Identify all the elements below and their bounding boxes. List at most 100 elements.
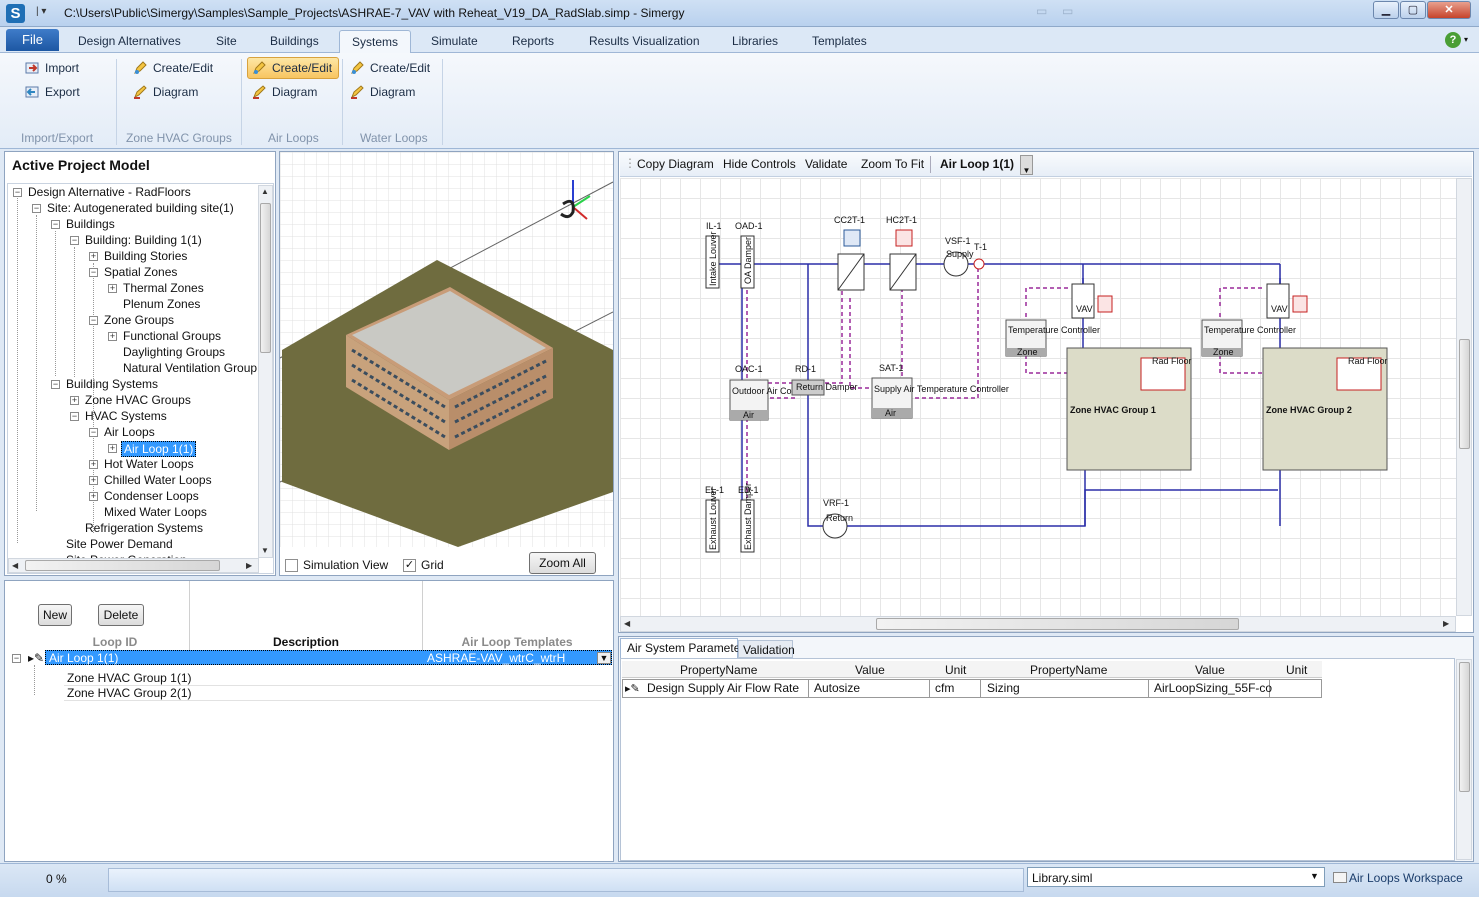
tree-node[interactable]: Buildings bbox=[66, 217, 115, 231]
tree-horizontal-scrollbar[interactable]: ◀ ▶ bbox=[8, 558, 259, 573]
return-damper-RD-1[interactable]: Return Damper RD-1 bbox=[791, 364, 858, 396]
column-header-loop-id[interactable]: Loop ID bbox=[40, 635, 190, 649]
tree-expander[interactable]: − bbox=[32, 204, 41, 213]
vav-box-1[interactable]: VAV bbox=[1071, 283, 1113, 319]
tree-expander[interactable]: + bbox=[89, 252, 98, 261]
tree-expander[interactable]: − bbox=[70, 412, 79, 421]
ribbon-minimize-icon[interactable]: ▭ bbox=[1036, 4, 1052, 20]
param-header-propertyname-2[interactable]: PropertyName bbox=[1030, 663, 1107, 677]
param-header-value-2[interactable]: Value bbox=[1195, 663, 1225, 677]
tree-expander[interactable]: + bbox=[108, 332, 117, 341]
param-header-propertyname[interactable]: PropertyName bbox=[680, 663, 757, 677]
exhaust-louver-EL-1[interactable]: EL-1 Exhaust Louver bbox=[705, 485, 724, 553]
help-icon[interactable]: ? bbox=[1445, 32, 1461, 48]
return-fan-VRF-1[interactable]: Return VRF-1 bbox=[822, 498, 853, 539]
air-loop-selector[interactable]: Air Loop 1(1) bbox=[940, 157, 1014, 171]
water-loops-create-edit-button[interactable]: Create/Edit bbox=[345, 57, 437, 79]
param-value-cell-2[interactable]: AirLoopSizing_55F-co bbox=[1154, 681, 1272, 695]
child-zone-group-cell[interactable]: Zone HVAC Group 1(1) bbox=[67, 671, 192, 685]
tab-libraries[interactable]: Libraries bbox=[720, 30, 790, 53]
workspace-label[interactable]: Air Loops Workspace bbox=[1349, 871, 1463, 885]
child-row[interactable]: Zone HVAC Group 2(1) bbox=[64, 686, 612, 701]
copy-diagram-button[interactable]: Copy Diagram bbox=[637, 157, 714, 171]
cooling-coil-CC2T-1[interactable]: CC2T-1 bbox=[834, 215, 865, 291]
export-button[interactable]: Export bbox=[20, 81, 87, 103]
selected-loop-row[interactable]: Air Loop 1(1) ASHRAE-VAV_wtrC_wtrH ▼ bbox=[45, 650, 612, 665]
supply-fan-VSF-1[interactable]: Supply VSF-1 bbox=[943, 236, 974, 277]
vav-box-2[interactable]: VAV bbox=[1266, 283, 1308, 319]
library-select[interactable]: Library.siml ▼ bbox=[1027, 867, 1325, 887]
zoom-to-fit-button[interactable]: Zoom To Fit bbox=[861, 157, 924, 171]
delete-button[interactable]: Delete bbox=[98, 604, 144, 626]
parameters-scrollbar[interactable] bbox=[1456, 659, 1472, 860]
tree-node[interactable]: Zone Groups bbox=[104, 313, 174, 327]
simulation-view-checkbox[interactable] bbox=[285, 559, 298, 572]
template-dropdown-icon[interactable]: ▼ bbox=[597, 652, 611, 664]
3d-view-panel[interactable]: Simulation View ✓ Grid Zoom All bbox=[279, 151, 614, 576]
tree-expander[interactable]: − bbox=[70, 236, 79, 245]
tree-node[interactable]: Site Power Demand bbox=[66, 537, 173, 551]
tree-expander[interactable]: − bbox=[13, 188, 22, 197]
scroll-right-icon[interactable]: ▶ bbox=[246, 561, 252, 570]
air-loop-diagram-canvas[interactable]: IL-1 Intake Louver OAD-1 OA Damper CC2T-… bbox=[620, 178, 1456, 616]
scrollbar-thumb[interactable] bbox=[1459, 339, 1470, 449]
heating-coil-HC2T-1[interactable]: HC2T-1 bbox=[886, 215, 917, 291]
scroll-right-icon[interactable]: ▶ bbox=[1443, 619, 1449, 628]
tree-expander[interactable]: − bbox=[51, 220, 60, 229]
hide-controls-button[interactable]: Hide Controls bbox=[723, 157, 796, 171]
scroll-up-icon[interactable]: ▲ bbox=[261, 187, 269, 196]
tree-node[interactable]: Spatial Zones bbox=[104, 265, 177, 279]
tree-expander[interactable]: + bbox=[108, 444, 117, 453]
tree-node[interactable]: Site: Autogenerated building site(1) bbox=[47, 201, 234, 215]
tree-node[interactable]: Functional Groups bbox=[123, 329, 221, 343]
tree-node[interactable]: Plenum Zones bbox=[123, 297, 200, 311]
library-dropdown-icon[interactable]: ▼ bbox=[1310, 871, 1319, 881]
tree-node[interactable]: Zone HVAC Groups bbox=[85, 393, 191, 407]
tree-node[interactable]: Condenser Loops bbox=[104, 489, 199, 503]
scroll-left-icon[interactable]: ◀ bbox=[624, 619, 630, 628]
tab-results-visualization[interactable]: Results Visualization bbox=[577, 30, 712, 53]
tab-design-alternatives[interactable]: Design Alternatives bbox=[66, 30, 193, 53]
tree-expander[interactable]: − bbox=[89, 316, 98, 325]
tree-node[interactable]: Building: Building 1(1) bbox=[85, 233, 202, 247]
tree-node[interactable]: Refrigeration Systems bbox=[85, 521, 203, 535]
param-value-cell[interactable]: Autosize bbox=[814, 681, 860, 695]
tree-node[interactable]: Natural Ventilation Group bbox=[123, 361, 257, 375]
tab-systems[interactable]: Systems bbox=[339, 30, 412, 53]
tree-node[interactable]: Building Systems bbox=[66, 377, 158, 391]
param-header-value[interactable]: Value bbox=[855, 663, 885, 677]
import-button[interactable]: Import bbox=[20, 57, 86, 79]
help-dropdown-icon[interactable]: ▾ bbox=[1464, 35, 1468, 44]
scrollbar-thumb[interactable] bbox=[876, 618, 1239, 630]
new-button[interactable]: New bbox=[38, 604, 72, 626]
file-tab[interactable]: File bbox=[6, 29, 59, 51]
diagram-vertical-scrollbar[interactable] bbox=[1456, 178, 1472, 616]
column-header-air-loop-templates[interactable]: Air Loop Templates bbox=[422, 635, 612, 649]
tree-node[interactable]: Building Stories bbox=[104, 249, 187, 263]
tab-validation[interactable]: Validation bbox=[738, 640, 795, 658]
tree-expander[interactable]: + bbox=[70, 396, 79, 405]
tab-air-system-parameters[interactable]: Air System Parameters bbox=[620, 638, 750, 658]
scroll-left-icon[interactable]: ◀ bbox=[12, 561, 18, 570]
tab-buildings[interactable]: Buildings bbox=[258, 30, 331, 53]
air-loops-diagram-button[interactable]: Diagram bbox=[247, 81, 324, 103]
minimize-icon[interactable]: ▁ bbox=[1373, 1, 1399, 19]
scrollbar-thumb[interactable] bbox=[260, 203, 271, 353]
ribbon-pin-icon[interactable]: ▭ bbox=[1062, 4, 1078, 20]
quick-access-dropdown-icon[interactable]: | ▾ bbox=[36, 6, 46, 17]
loop-dropdown-icon[interactable]: ▼ bbox=[1020, 155, 1033, 175]
tab-site[interactable]: Site bbox=[204, 30, 249, 53]
template-cell[interactable]: ASHRAE-VAV_wtrC_wtrH bbox=[427, 651, 565, 665]
row-expander[interactable]: − bbox=[12, 654, 21, 663]
zone-hvac-group-1[interactable]: Rad Floor Zone HVAC Group 1 bbox=[1066, 347, 1192, 471]
tree-expander[interactable]: − bbox=[89, 428, 98, 437]
tree-expander[interactable]: + bbox=[89, 460, 98, 469]
child-row[interactable]: Zone HVAC Group 1(1) bbox=[64, 671, 612, 686]
tree-node[interactable]: Design Alternative - RadFloors bbox=[28, 185, 191, 199]
tab-reports[interactable]: Reports bbox=[500, 30, 566, 53]
tree-node-selected[interactable]: Air Loop 1(1) bbox=[121, 441, 197, 457]
tree-expander[interactable]: − bbox=[89, 268, 98, 277]
diagram-horizontal-scrollbar[interactable]: ◀ ▶ bbox=[620, 616, 1456, 632]
zone-hvac-diagram-button[interactable]: Diagram bbox=[128, 81, 205, 103]
oa-damper-OAD-1[interactable]: OAD-1 OA Damper bbox=[735, 221, 763, 289]
